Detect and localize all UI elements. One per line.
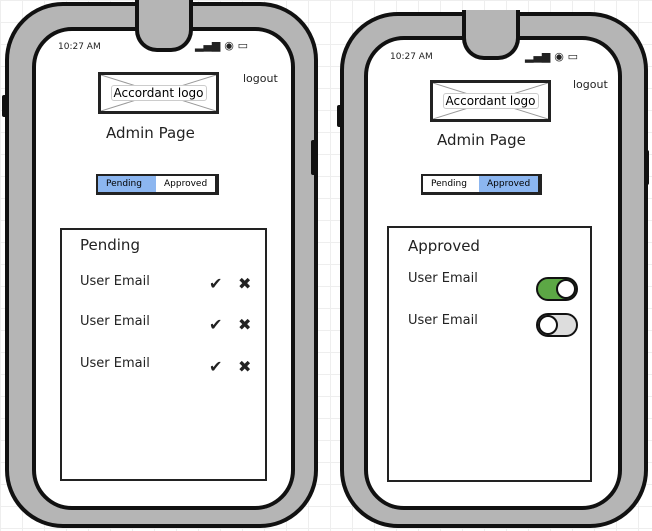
panel-title: Approved bbox=[408, 237, 480, 255]
tab-pending[interactable]: Pending bbox=[423, 176, 479, 192]
logo: Accordant logo bbox=[430, 80, 551, 122]
user-email: User Email bbox=[80, 314, 150, 329]
approval-toggle-on[interactable] bbox=[536, 277, 578, 301]
notch bbox=[135, 0, 193, 52]
user-email: User Email bbox=[80, 356, 150, 371]
tab-pending[interactable]: Pending bbox=[98, 176, 156, 192]
user-email: User Email bbox=[80, 274, 150, 289]
side-button bbox=[311, 140, 316, 175]
panel-title: Pending bbox=[80, 236, 140, 254]
check-icon[interactable]: ✔ bbox=[209, 274, 222, 293]
pending-panel bbox=[60, 228, 267, 481]
logout-link[interactable]: logout bbox=[573, 78, 608, 91]
x-icon[interactable]: ✖ bbox=[238, 274, 251, 293]
page-title: Admin Page bbox=[437, 131, 526, 149]
signal-wifi-battery-icon: ▂▄▆ ◉ ▭ bbox=[195, 39, 249, 52]
status-time: 10:27 AM bbox=[58, 42, 101, 52]
side-button bbox=[337, 105, 342, 127]
tab-switcher: Pending Approved bbox=[421, 174, 543, 195]
logo: Accordant logo bbox=[98, 72, 219, 114]
side-button bbox=[644, 150, 649, 185]
approved-panel bbox=[387, 226, 592, 482]
approval-toggle-off[interactable] bbox=[536, 313, 578, 337]
tab-approved[interactable]: Approved bbox=[478, 176, 539, 192]
x-icon[interactable]: ✖ bbox=[238, 357, 251, 376]
side-button bbox=[2, 95, 7, 117]
x-icon[interactable]: ✖ bbox=[238, 315, 251, 334]
user-email: User Email bbox=[408, 313, 478, 328]
notch bbox=[462, 10, 520, 60]
page-title: Admin Page bbox=[106, 124, 195, 142]
check-icon[interactable]: ✔ bbox=[209, 315, 222, 334]
tab-approved[interactable]: Approved bbox=[155, 176, 216, 192]
logout-link[interactable]: logout bbox=[243, 72, 278, 85]
signal-wifi-battery-icon: ▂▄▆ ◉ ▭ bbox=[525, 50, 579, 63]
user-email: User Email bbox=[408, 271, 478, 286]
tab-switcher: Pending Approved bbox=[96, 174, 220, 195]
status-time: 10:27 AM bbox=[390, 52, 433, 62]
check-icon[interactable]: ✔ bbox=[209, 357, 222, 376]
